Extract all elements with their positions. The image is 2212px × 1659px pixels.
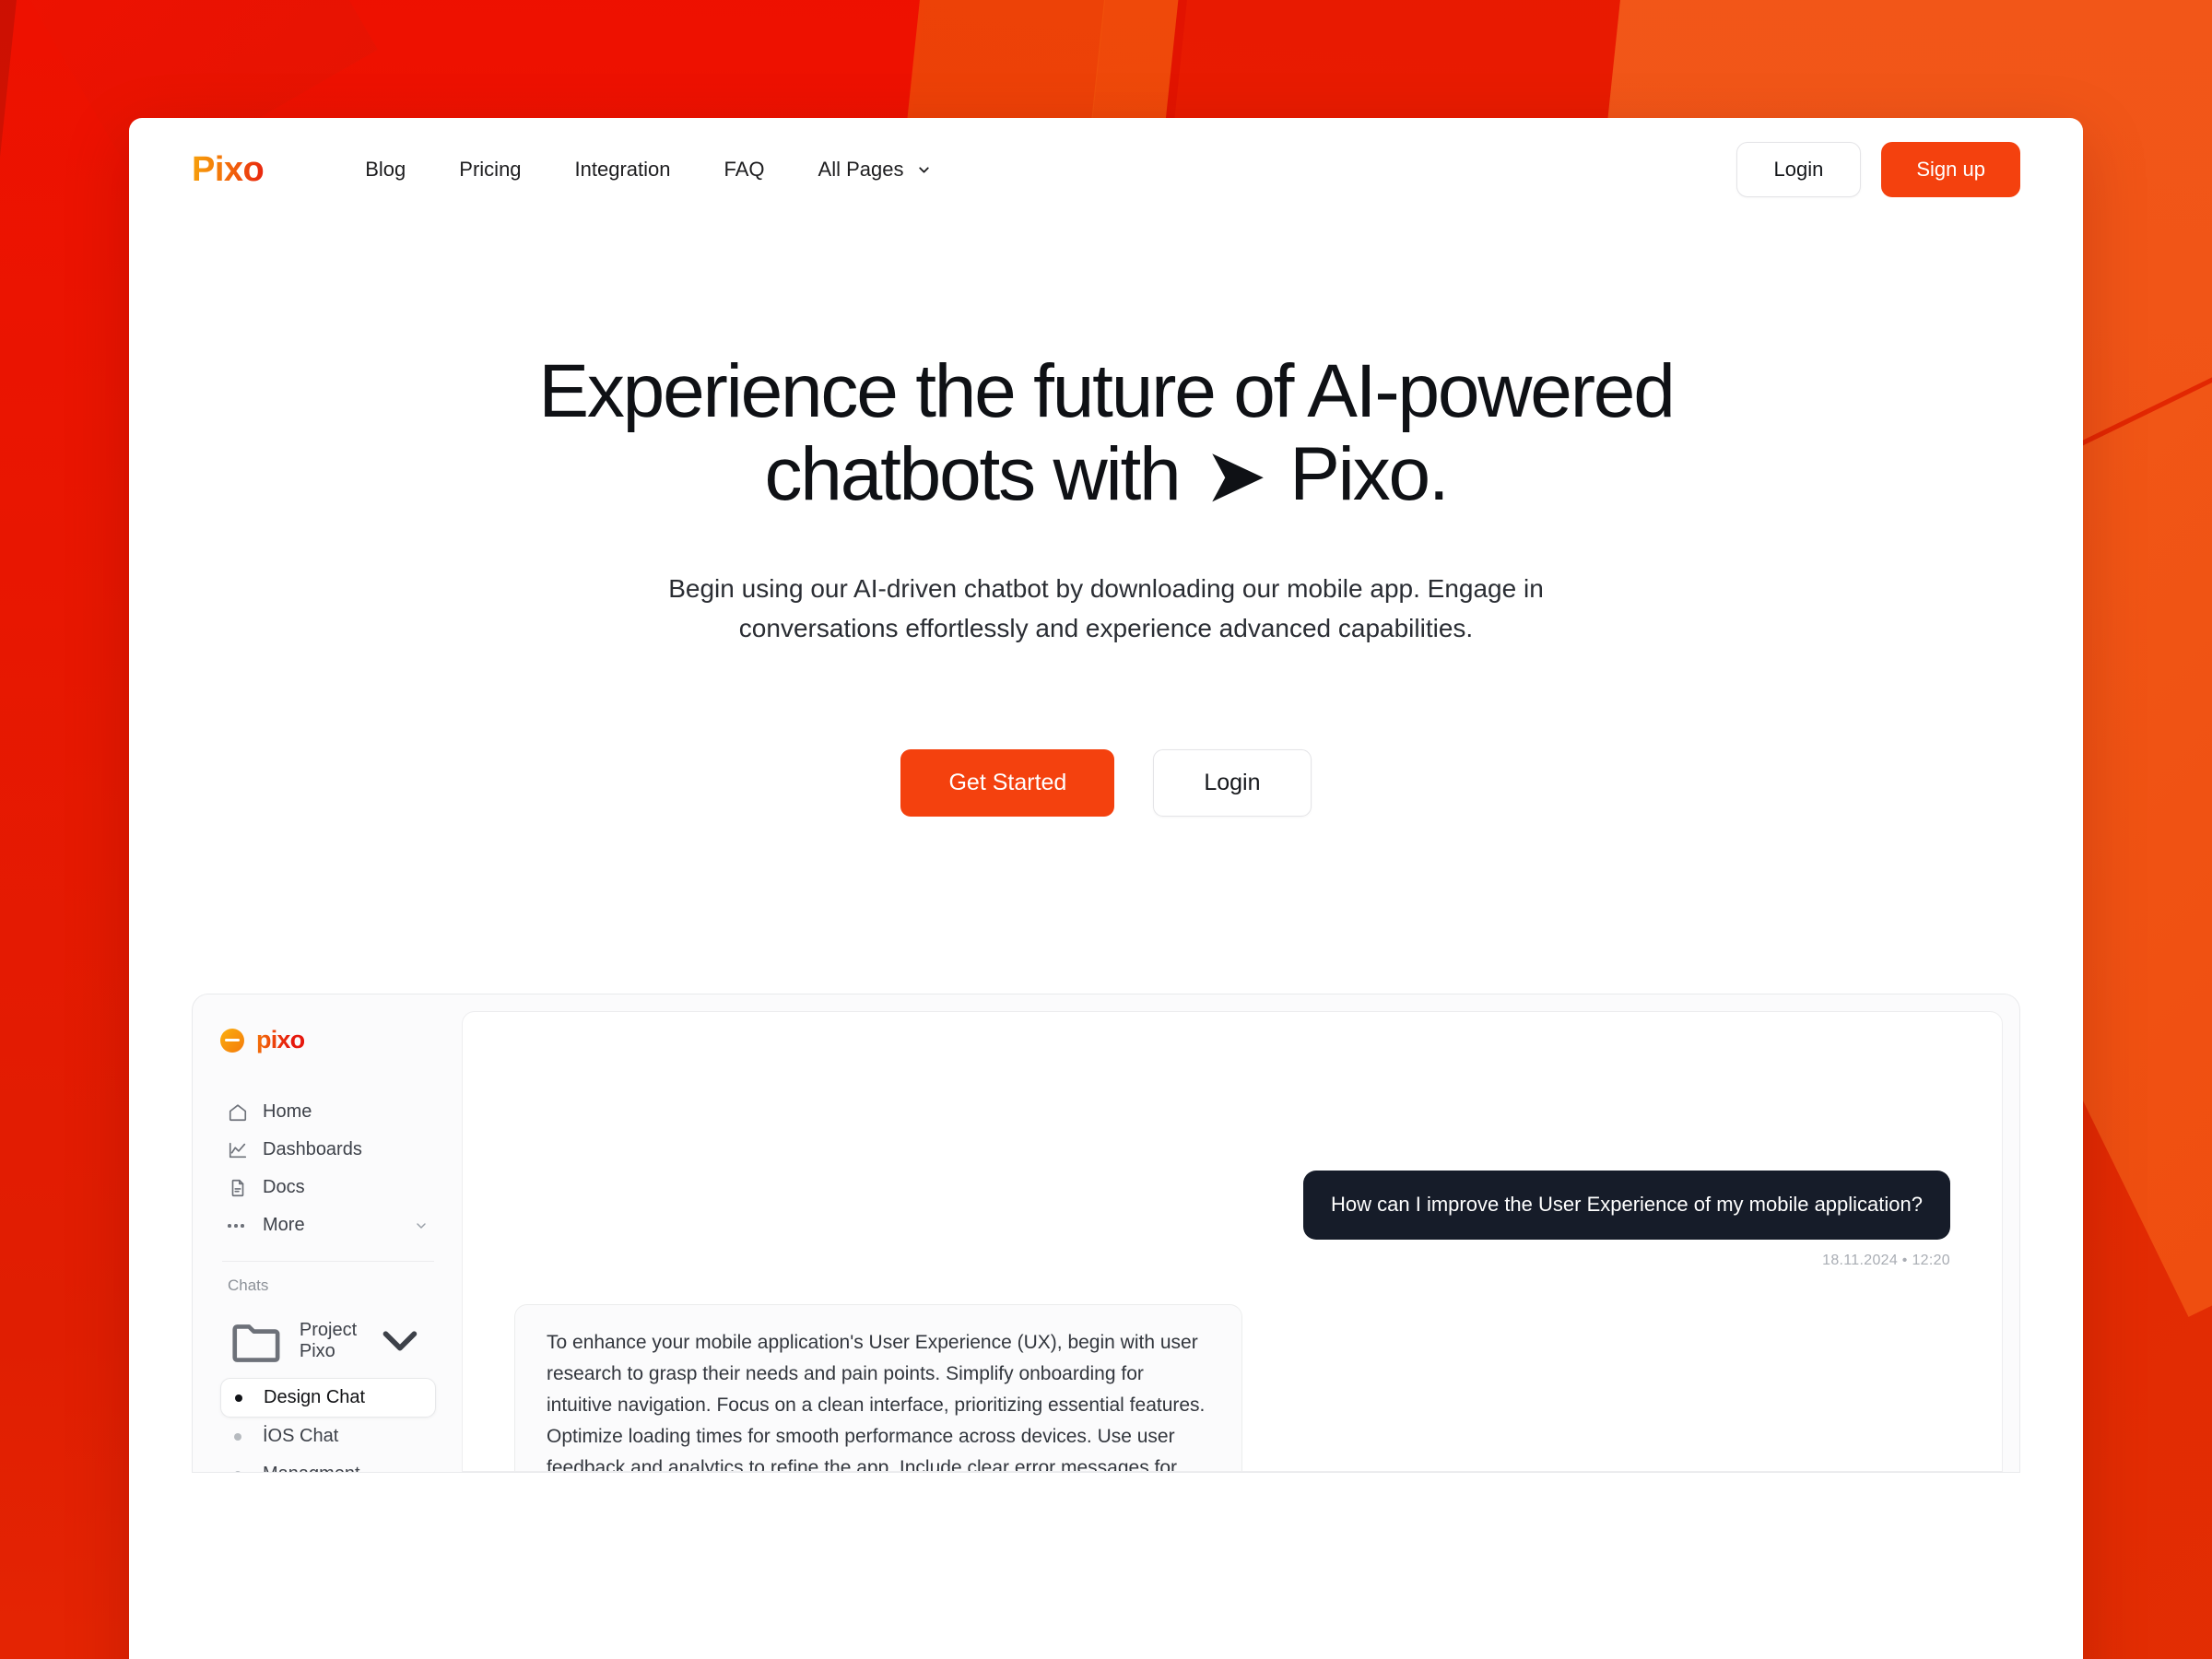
sidebar-chat-ios-chat[interactable]: İOS Chat bbox=[220, 1418, 436, 1455]
page-title: Experience the future of AI-powered chat… bbox=[452, 349, 1760, 519]
ellipsis-icon bbox=[228, 1224, 248, 1228]
document-icon bbox=[231, 1179, 244, 1197]
sidebar-chat-design-chat-label: Design Chat bbox=[264, 1387, 366, 1408]
hero-section: Experience the future of AI-powered chat… bbox=[129, 221, 2083, 818]
hero-cta-group: Get Started Login bbox=[129, 749, 2083, 818]
sidebar-chat-managment-label: Managment bbox=[263, 1464, 360, 1472]
sidebar-item-more-label: More bbox=[263, 1215, 305, 1236]
sidebar-item-dashboards[interactable]: Dashboards bbox=[220, 1131, 436, 1169]
hero-subtitle: Begin using our AI-driven chatbot by dow… bbox=[668, 574, 1544, 642]
chat-message-user-1: How can I improve the User Experience of… bbox=[514, 1171, 1950, 1269]
nav-link-blog[interactable]: Blog bbox=[365, 158, 406, 182]
sidebar-divider bbox=[222, 1261, 434, 1263]
nav-dropdown-all-pages[interactable]: All Pages bbox=[818, 158, 933, 182]
sidebar-chat-managment[interactable]: Managment bbox=[220, 1455, 436, 1473]
chat-message-assistant-1: To enhance your mobile application's Use… bbox=[514, 1304, 1950, 1472]
headline-text-part2: Pixo. bbox=[1289, 432, 1450, 517]
bullet-icon bbox=[228, 1470, 248, 1473]
login-button[interactable]: Login bbox=[1735, 142, 1862, 197]
timestamp-time: 12:20 bbox=[1912, 1253, 1950, 1269]
bullet-icon bbox=[229, 1394, 249, 1402]
get-started-button[interactable]: Get Started bbox=[900, 749, 1115, 818]
sidebar-item-more[interactable]: More bbox=[220, 1206, 436, 1244]
top-navbar: Pixo Blog Pricing Integration FAQ All Pa… bbox=[129, 118, 2083, 221]
sidebar-item-home[interactable]: Home bbox=[220, 1093, 436, 1131]
nav-link-faq[interactable]: FAQ bbox=[724, 158, 765, 182]
chat-bubble-assistant: To enhance your mobile application's Use… bbox=[514, 1304, 1242, 1472]
chevron-down-icon bbox=[417, 1223, 426, 1229]
nav-link-integration[interactable]: Integration bbox=[575, 158, 671, 182]
chevron-down-icon bbox=[382, 1331, 418, 1351]
sidebar-item-docs[interactable]: Docs bbox=[220, 1169, 436, 1206]
chart-line-icon bbox=[229, 1142, 247, 1159]
nav-link-pricing[interactable]: Pricing bbox=[459, 158, 521, 182]
sidebar-item-dashboards-label: Dashboards bbox=[263, 1139, 362, 1160]
sidebar-item-home-label: Home bbox=[263, 1101, 312, 1123]
nav-actions: Login Sign up bbox=[1735, 142, 2020, 197]
sidebar-item-project-pixo-label: Project Pixo bbox=[299, 1320, 358, 1362]
chevron-down-icon bbox=[919, 166, 930, 173]
sidebar-chat-ios-chat-label: İOS Chat bbox=[263, 1426, 339, 1447]
app-sidebar: pixo Home Dashboards Docs More Chats Pro… bbox=[193, 994, 462, 1473]
bullet-icon bbox=[228, 1432, 248, 1441]
sidebar-item-docs-label: Docs bbox=[263, 1177, 305, 1198]
chat-bubble-user: How can I improve the User Experience of… bbox=[1303, 1171, 1950, 1241]
app-preview: pixo Home Dashboards Docs More Chats Pro… bbox=[192, 994, 2020, 1474]
chat-timestamp: 18.11.2024 • 12:20 bbox=[1822, 1253, 1950, 1269]
nav-dropdown-label: All Pages bbox=[818, 158, 904, 181]
arrow-right-icon: ➤ bbox=[1204, 434, 1267, 519]
nav-links: Blog Pricing Integration FAQ All Pages bbox=[365, 158, 932, 182]
timestamp-date: 18.11.2024 bbox=[1822, 1253, 1899, 1269]
sidebar-item-project-pixo[interactable]: Project Pixo bbox=[220, 1304, 436, 1378]
sidebar-chat-design-chat[interactable]: Design Chat bbox=[220, 1378, 436, 1418]
headline-text-part1: Experience the future of AI-powered chat… bbox=[538, 349, 1675, 517]
app-sidebar-logo-label: pixo bbox=[256, 1026, 305, 1054]
home-icon bbox=[229, 1104, 247, 1122]
app-sidebar-logo[interactable]: pixo bbox=[220, 1026, 436, 1054]
chat-conversation-panel[interactable]: How can I improve the User Experience of… bbox=[462, 1011, 2003, 1473]
pixo-mark-icon bbox=[220, 1028, 244, 1053]
timestamp-separator: • bbox=[1901, 1253, 1908, 1269]
hero-login-button[interactable]: Login bbox=[1153, 749, 1312, 818]
folder-icon bbox=[232, 1324, 280, 1363]
page-card: Pixo Blog Pricing Integration FAQ All Pa… bbox=[129, 118, 2083, 1659]
signup-button[interactable]: Sign up bbox=[1881, 142, 2020, 197]
sidebar-section-chats-label: Chats bbox=[228, 1277, 269, 1295]
brand-logo[interactable]: Pixo bbox=[192, 150, 265, 190]
